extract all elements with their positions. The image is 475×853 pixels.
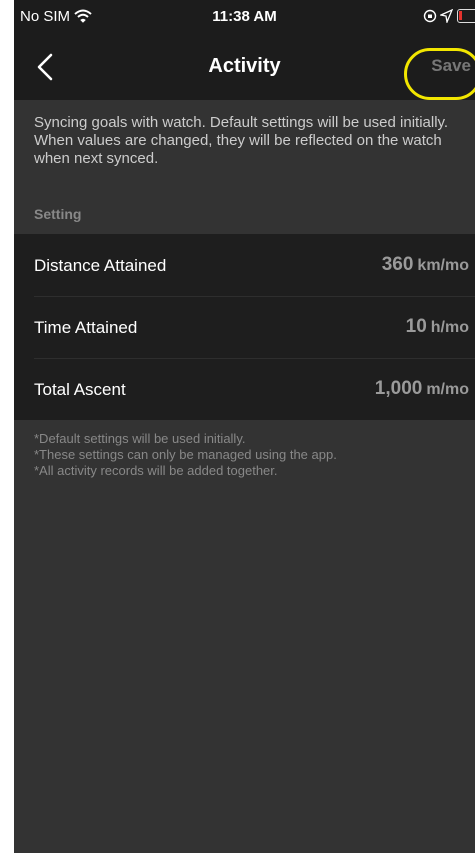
app-screen: No SIM 11:38 AM Activity Save Syncing go… xyxy=(14,0,475,853)
footnote: *These settings can only be managed usin… xyxy=(34,447,337,462)
setting-value-number: 10 xyxy=(405,316,427,337)
setting-row-ascent[interactable]: Total Ascent 1,000 m/mo xyxy=(14,358,475,420)
setting-row-distance[interactable]: Distance Attained 360 km/mo xyxy=(14,234,475,296)
status-bar: No SIM 11:38 AM xyxy=(14,0,475,34)
footnote: *All activity records will be added toge… xyxy=(34,463,278,478)
setting-value-unit: m/mo xyxy=(426,381,469,398)
setting-value-number: 360 xyxy=(381,254,414,275)
section-header: Setting xyxy=(34,206,82,222)
setting-value: 360 km/mo xyxy=(382,254,469,276)
orientation-lock-icon xyxy=(423,9,437,27)
footnote: *Default settings will be used initially… xyxy=(34,431,246,446)
setting-value-number: 1,000 xyxy=(374,378,423,399)
battery-icon xyxy=(457,9,475,23)
setting-value-unit: h/mo xyxy=(430,319,469,336)
location-icon xyxy=(438,8,454,27)
highlight-annotation xyxy=(404,48,475,100)
setting-label: Total Ascent xyxy=(34,380,126,399)
sync-description: Syncing goals with watch. Default settin… xyxy=(34,114,449,167)
setting-value: 10 h/mo xyxy=(406,316,469,338)
settings-list: Distance Attained 360 km/mo Time Attained… xyxy=(14,234,475,420)
setting-value: 1,000 m/mo xyxy=(375,378,469,400)
clock: 11:38 AM xyxy=(212,8,277,25)
navigation-bar: Activity Save xyxy=(14,34,475,100)
setting-label: Time Attained xyxy=(34,318,138,337)
setting-row-time[interactable]: Time Attained 10 h/mo xyxy=(14,296,475,358)
footnotes: *Default settings will be used initially… xyxy=(34,431,470,479)
setting-value-unit: km/mo xyxy=(417,257,469,274)
setting-label: Distance Attained xyxy=(34,256,167,275)
